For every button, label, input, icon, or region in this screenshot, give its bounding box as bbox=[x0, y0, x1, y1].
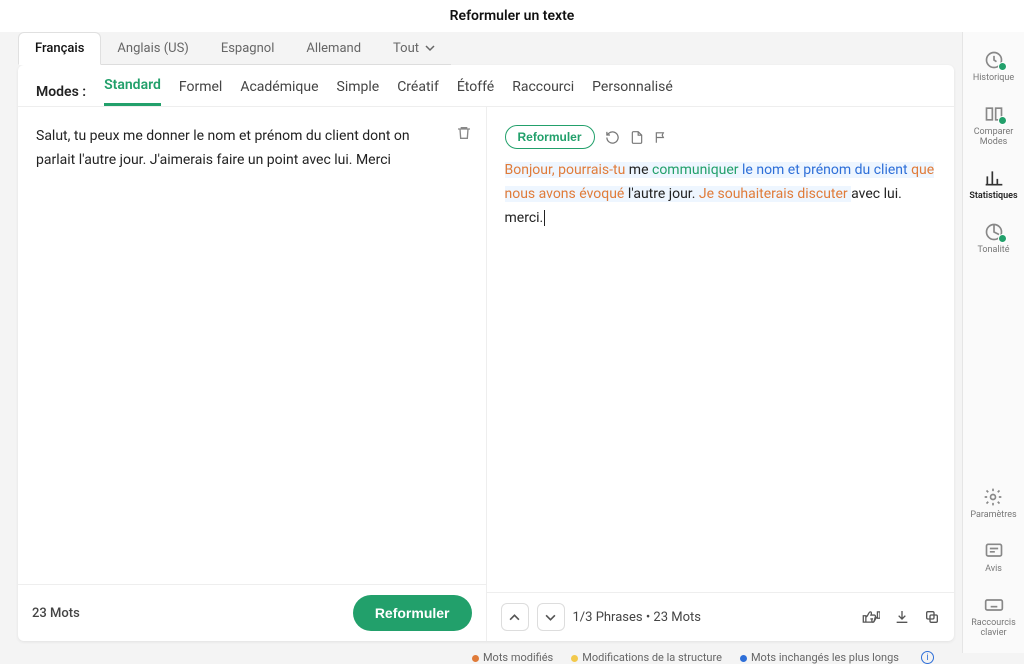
trash-icon[interactable] bbox=[456, 125, 472, 141]
lang-tab-anglais[interactable]: Anglais (US) bbox=[101, 33, 204, 65]
sidebar-history[interactable]: Historique bbox=[973, 50, 1014, 84]
sidebar-settings-label: Paramètres bbox=[970, 511, 1016, 521]
lang-tab-allemand[interactable]: Allemand bbox=[290, 33, 377, 65]
editor-card: Modes : Standard Formel Académique Simpl… bbox=[18, 65, 954, 641]
mode-etoffe[interactable]: Étoffé bbox=[457, 79, 494, 105]
sidebar-tone-label: Tonalité bbox=[977, 246, 1009, 256]
sidebar-stats-label: Statistiques bbox=[969, 192, 1017, 202]
reformuler-pill[interactable]: Reformuler bbox=[505, 125, 595, 149]
page-title: Reformuler un texte bbox=[0, 0, 1024, 32]
lang-tab-tout-label: Tout bbox=[393, 41, 419, 56]
keyboard-icon bbox=[984, 595, 1004, 615]
output-pane: Reformuler Bonjour, pourrais-tu me bbox=[487, 107, 955, 641]
sidebar-shortcuts-label: Raccourcis clavier bbox=[963, 619, 1024, 639]
chevron-down-icon bbox=[425, 43, 435, 53]
sidebar-compare-label: Comparer Modes bbox=[963, 128, 1024, 148]
sidebar-tone[interactable]: Tonalité bbox=[977, 222, 1009, 256]
mode-raccourci[interactable]: Raccourci bbox=[512, 79, 574, 105]
lang-tab-tout[interactable]: Tout bbox=[377, 33, 451, 65]
input-word-count: 23 Mots bbox=[32, 606, 80, 621]
input-footer: 23 Mots Reformuler bbox=[18, 584, 486, 641]
sidebar-compare[interactable]: Comparer Modes bbox=[963, 104, 1024, 148]
language-tabs: Français Anglais (US) Espagnol Allemand … bbox=[0, 32, 962, 65]
sidebar-settings[interactable]: Paramètres bbox=[970, 487, 1016, 521]
sidebar-stats[interactable]: Statistiques bbox=[969, 168, 1017, 202]
tone-icon bbox=[984, 222, 1004, 242]
stats-icon bbox=[984, 168, 1004, 188]
reviews-icon bbox=[984, 541, 1004, 561]
copy-doc-icon[interactable] bbox=[630, 130, 644, 145]
output-text[interactable]: Bonjour, pourrais-tu me communiquer le n… bbox=[505, 159, 937, 230]
modes-label: Modes : bbox=[36, 84, 86, 100]
sidebar-reviews-label: Avis bbox=[985, 565, 1002, 575]
gear-icon bbox=[983, 487, 1003, 507]
thumbs-feedback-icon[interactable] bbox=[862, 609, 880, 625]
lang-tab-espagnol[interactable]: Espagnol bbox=[205, 33, 291, 65]
input-pane: Salut, tu peux me donner le nom et préno… bbox=[18, 107, 487, 641]
mode-formel[interactable]: Formel bbox=[179, 79, 222, 105]
compare-icon bbox=[984, 104, 1004, 124]
prev-sentence-button[interactable] bbox=[501, 603, 529, 631]
undo-icon[interactable] bbox=[605, 130, 620, 145]
sidebar-shortcuts[interactable]: Raccourcis clavier bbox=[963, 595, 1024, 639]
mode-personnalise[interactable]: Personnalisé bbox=[592, 79, 673, 105]
history-icon bbox=[984, 50, 1004, 70]
output-footer: 1/3 Phrases • 23 Mots bbox=[487, 592, 955, 641]
mode-simple[interactable]: Simple bbox=[337, 79, 380, 105]
next-sentence-button[interactable] bbox=[537, 603, 565, 631]
mode-academique[interactable]: Académique bbox=[240, 79, 318, 105]
sidebar-history-label: Historique bbox=[973, 74, 1014, 84]
mode-standard[interactable]: Standard bbox=[104, 77, 161, 106]
output-status: 1/3 Phrases • 23 Mots bbox=[573, 610, 702, 625]
output-toolbar: Reformuler bbox=[505, 125, 937, 149]
reformuler-button[interactable]: Reformuler bbox=[353, 595, 472, 631]
lang-tab-francais[interactable]: Français bbox=[18, 32, 101, 65]
input-text[interactable]: Salut, tu peux me donner le nom et préno… bbox=[36, 125, 468, 173]
right-sidebar: Historique Comparer Modes Statistiques T… bbox=[962, 32, 1024, 653]
mode-creatif[interactable]: Créatif bbox=[397, 79, 439, 105]
download-icon[interactable] bbox=[894, 609, 910, 625]
copy-icon[interactable] bbox=[924, 609, 940, 625]
sidebar-reviews[interactable]: Avis bbox=[984, 541, 1004, 575]
modes-row: Modes : Standard Formel Académique Simpl… bbox=[18, 65, 954, 106]
flag-icon[interactable] bbox=[654, 130, 668, 145]
